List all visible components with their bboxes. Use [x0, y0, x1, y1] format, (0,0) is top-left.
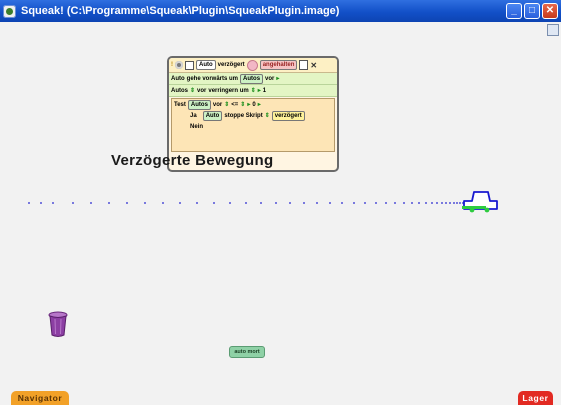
- line1-arg-field[interactable]: vor: [265, 76, 274, 82]
- car-icon[interactable]: [460, 189, 500, 215]
- script-status[interactable]: angehalten: [259, 60, 298, 70]
- trash-icon[interactable]: [47, 310, 69, 338]
- window-tile-icon[interactable]: [547, 24, 559, 36]
- yes-row: Ja Auto stoppe Skript ⇕ verzögert: [172, 110, 334, 121]
- script-line-decrease[interactable]: Autos ⇕ vor verringern um ⇕ ▸ 1: [169, 85, 337, 97]
- page-title[interactable]: Verzögerte Bewegung: [111, 152, 273, 169]
- arrow-icon: ▸: [257, 88, 261, 94]
- arrow-icon: ▸: [257, 102, 261, 108]
- auto-mort-button[interactable]: auto mort: [229, 346, 265, 358]
- window-controls: _ □ ✕: [506, 3, 558, 19]
- script-object[interactable]: Auto: [196, 60, 216, 70]
- test-operator[interactable]: <=: [231, 102, 238, 108]
- yes-command: stoppe Skript: [224, 112, 263, 119]
- yes-label: Ja: [190, 112, 197, 119]
- line2-command: verringern um: [208, 87, 249, 94]
- line2-value[interactable]: 1: [263, 88, 266, 94]
- test-row: Test Autos vor ⇕ <= ⇕ ▸ 0 ▸: [172, 99, 334, 110]
- maximize-button[interactable]: □: [524, 3, 540, 19]
- minimize-button[interactable]: _: [506, 3, 522, 19]
- test-block[interactable]: Test Autos vor ⇕ <= ⇕ ▸ 0 ▸ Ja Auto stop…: [171, 98, 335, 152]
- arrow-icon: ⇕: [190, 88, 196, 94]
- navigator-flap[interactable]: Navigator: [11, 391, 69, 405]
- line1-command: gehe vorwärts um: [186, 75, 239, 82]
- yes-script[interactable]: verzögert: [271, 110, 305, 121]
- no-label: Nein: [190, 123, 204, 130]
- line1-object: Auto: [171, 75, 185, 82]
- line1-arg-object[interactable]: Autos: [240, 73, 264, 84]
- arrow-icon: ⇕: [240, 102, 246, 108]
- arrow-icon: ⇕: [250, 88, 256, 94]
- menu-icon[interactable]: [299, 60, 309, 70]
- window-title: Squeak! (C:\Programme\Squeak\Plugin\Sque…: [21, 5, 340, 17]
- arrow-icon: ⇕: [224, 102, 230, 108]
- script-header: ! Auto verzögert angehalten ✕: [169, 58, 337, 73]
- lager-flap[interactable]: Lager: [518, 391, 553, 405]
- arrow-icon: ▸: [276, 76, 280, 82]
- squeak-app-icon: [3, 4, 16, 18]
- script-line-forward[interactable]: Auto gehe vorwärts um Autos vor ▸: [169, 73, 337, 85]
- exclamation-icon[interactable]: !: [171, 62, 173, 68]
- close-button[interactable]: ✕: [542, 3, 558, 19]
- gear-icon[interactable]: [175, 61, 183, 69]
- world-canvas[interactable]: ! Auto verzögert angehalten ✕ Auto gehe …: [0, 22, 561, 405]
- checkbox-icon[interactable]: [185, 60, 194, 70]
- arrow-icon: ⇕: [264, 113, 270, 119]
- test-label: Test: [174, 101, 186, 108]
- close-icon[interactable]: ✕: [310, 61, 317, 70]
- test-field[interactable]: vor: [213, 102, 222, 108]
- arrow-icon: ▸: [247, 102, 251, 108]
- yes-object[interactable]: Auto: [202, 110, 223, 121]
- movement-trail: [28, 202, 467, 204]
- script-name[interactable]: verzögert: [218, 62, 245, 68]
- line2-field[interactable]: vor: [197, 88, 206, 94]
- line2-object: Autos: [171, 87, 188, 94]
- test-object[interactable]: Autos: [187, 99, 211, 110]
- status-light-icon[interactable]: [246, 59, 258, 71]
- no-row: Nein: [172, 121, 334, 132]
- test-value[interactable]: 0: [252, 102, 255, 108]
- title-bar[interactable]: Squeak! (C:\Programme\Squeak\Plugin\Sque…: [0, 0, 561, 22]
